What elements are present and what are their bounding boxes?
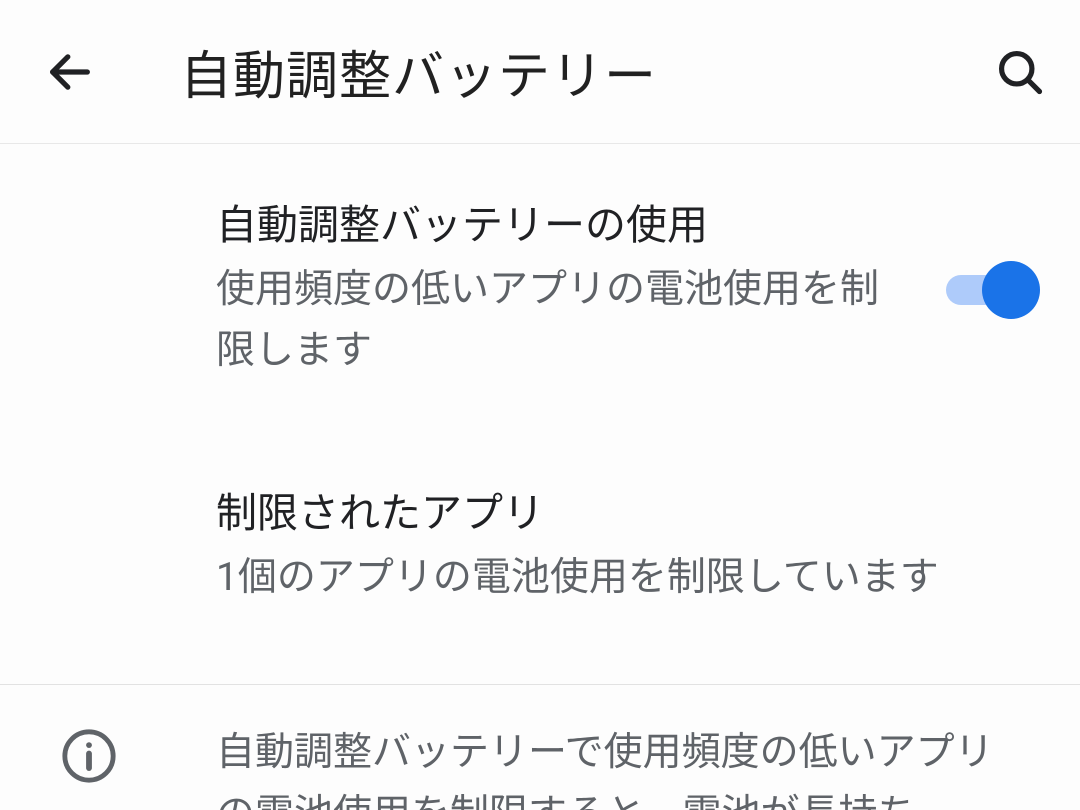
info-row: 自動調整バッテリーで使用頻度の低いアプリの電池使用を制限すると、電池が長持ち xyxy=(0,685,1080,810)
content: 自動調整バッテリーの使用 使用頻度の低いアプリの電池使用を制限します 制限された… xyxy=(0,144,1080,810)
restricted-apps-subtitle: 1個のアプリの電池使用を制限しています xyxy=(216,547,1010,607)
info-text: 自動調整バッテリーで使用頻度の低いアプリの電池使用を制限すると、電池が長持ち xyxy=(216,721,1040,810)
search-icon xyxy=(994,46,1046,98)
back-button[interactable] xyxy=(20,46,120,98)
app-bar: 自動調整バッテリー xyxy=(0,0,1080,144)
adaptive-battery-row[interactable]: 自動調整バッテリーの使用 使用頻度の低いアプリの電池使用を制限します xyxy=(0,180,1080,400)
page-title: 自動調整バッテリー xyxy=(180,34,980,109)
restricted-apps-text: 制限されたアプリ 1個のアプリの電池使用を制限しています xyxy=(216,488,1040,608)
restricted-apps-title: 制限されたアプリ xyxy=(216,488,1010,541)
adaptive-battery-text: 自動調整バッテリーの使用 使用頻度の低いアプリの電池使用を制限します xyxy=(216,200,946,380)
back-arrow-icon xyxy=(44,46,96,98)
adaptive-battery-toggle[interactable] xyxy=(946,261,1040,319)
info-icon xyxy=(60,727,118,785)
restricted-apps-row[interactable]: 制限されたアプリ 1個のアプリの電池使用を制限しています xyxy=(0,468,1080,628)
adaptive-battery-title: 自動調整バッテリーの使用 xyxy=(216,200,916,253)
search-button[interactable] xyxy=(980,46,1060,98)
adaptive-battery-subtitle: 使用頻度の低いアプリの電池使用を制限します xyxy=(216,259,916,380)
toggle-thumb xyxy=(982,261,1040,319)
